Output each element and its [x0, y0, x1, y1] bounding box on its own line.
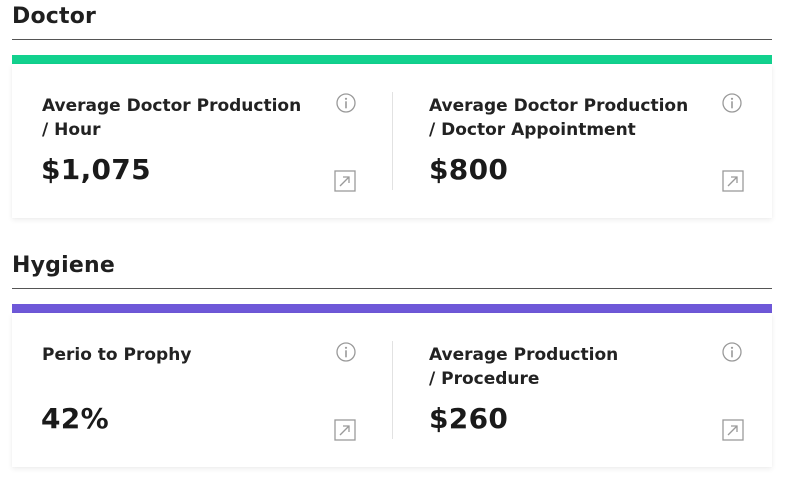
metric-avg-doctor-production-appointment: Average Doctor Production / Doctor Appoi…: [392, 64, 772, 218]
info-circle-icon[interactable]: [336, 342, 356, 362]
doctor-section: Doctor Average Doctor Production / Hour …: [12, 2, 772, 218]
metric-label: Perio to Prophy: [42, 345, 192, 365]
expand-arrow-icon[interactable]: [334, 419, 356, 441]
section-rule: [12, 39, 772, 40]
metric-value: $1,075: [41, 153, 151, 186]
metric-perio-to-prophy: Perio to Prophy 42%: [12, 313, 392, 467]
section-title-hygiene: Hygiene: [12, 253, 115, 278]
metric-value: $260: [429, 402, 509, 435]
metric-label: Average Production / Procedure: [429, 345, 619, 389]
metric-value: $800: [429, 153, 509, 186]
metrics-card-hygiene: Perio to Prophy 42% Average Production /…: [12, 313, 772, 467]
expand-arrow-icon[interactable]: [334, 170, 356, 192]
metric-label: Average Doctor Production / Hour: [42, 96, 302, 140]
metric-avg-production-procedure: Average Production / Procedure $260: [392, 313, 772, 467]
metrics-card-doctor: Average Doctor Production / Hour $1,075 …: [12, 64, 772, 218]
section-rule: [12, 288, 772, 289]
info-circle-icon[interactable]: [722, 93, 742, 113]
section-title-doctor: Doctor: [12, 4, 97, 29]
expand-arrow-icon[interactable]: [722, 170, 744, 192]
accent-bar-hygiene: [12, 304, 772, 313]
accent-bar-doctor: [12, 55, 772, 64]
info-circle-icon[interactable]: [722, 342, 742, 362]
metric-avg-doctor-production-hour: Average Doctor Production / Hour $1,075: [12, 64, 392, 218]
expand-arrow-icon[interactable]: [722, 419, 744, 441]
metric-label: Average Doctor Production / Doctor Appoi…: [429, 96, 689, 140]
hygiene-section: Hygiene Perio to Prophy 42% Average Prod…: [12, 251, 772, 467]
info-circle-icon[interactable]: [336, 93, 356, 113]
metric-value: 42%: [41, 402, 109, 435]
